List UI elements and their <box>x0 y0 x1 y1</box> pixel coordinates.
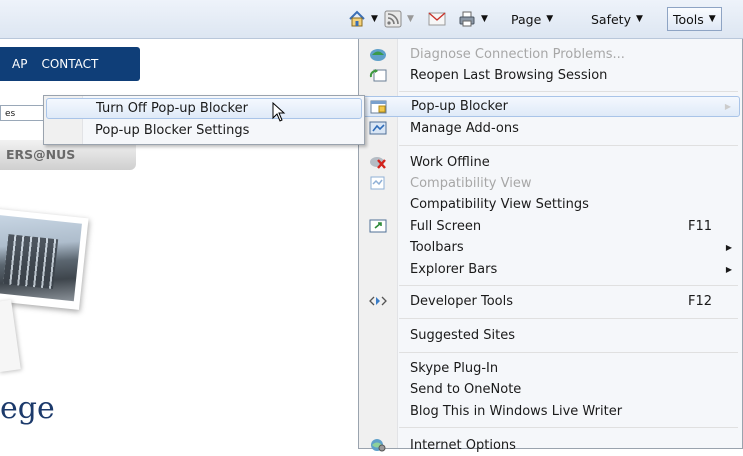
menu-item-explorer-bars[interactable]: Explorer Bars ▶ <box>361 259 740 280</box>
menu-item-reopen-session[interactable]: Reopen Last Browsing Session <box>361 65 740 86</box>
reopen-session-icon <box>369 67 387 83</box>
developer-tools-icon <box>369 293 387 309</box>
menu-item-manage-addons[interactable]: Manage Add-ons <box>361 118 740 139</box>
compatibility-view-icon <box>369 175 387 191</box>
full-screen-icon <box>369 218 387 234</box>
popup-blocker-icon <box>370 99 388 115</box>
menu-item-work-offline[interactable]: Work Offline <box>361 152 740 173</box>
internet-options-icon <box>369 437 387 453</box>
submenu-item-turn-off-popup-blocker[interactable]: Turn Off Pop-up Blocker <box>46 98 362 119</box>
menu-item-popup-blocker[interactable]: Pop-up Blocker ▶ <box>361 96 740 117</box>
printer-icon <box>458 10 476 28</box>
manage-addons-icon <box>369 120 387 136</box>
submenu-arrow-icon: ▶ <box>725 243 732 252</box>
submenu-arrow-icon: ▶ <box>724 102 731 111</box>
campus-photo <box>0 208 89 310</box>
tools-menu-button[interactable]: Tools ▼ <box>667 7 722 31</box>
page-menu-button[interactable]: Page ▼ <box>511 8 553 30</box>
page-menu-label: Page <box>511 11 542 27</box>
home-button[interactable]: ▼ <box>348 8 378 30</box>
work-offline-icon <box>369 154 387 170</box>
menu-item-compatibility-view-settings[interactable]: Compatibility View Settings <box>361 194 740 215</box>
menu-item-blog-this[interactable]: Blog This in Windows Live Writer <box>361 401 740 422</box>
menu-item-toolbars[interactable]: Toolbars ▶ <box>361 237 740 258</box>
home-dropdown-arrow[interactable]: ▼ <box>371 14 378 24</box>
tools-menu-label: Tools <box>673 11 704 27</box>
safety-menu-button[interactable]: Safety ▼ <box>591 8 643 30</box>
menu-item-compatibility-view[interactable]: Compatibility View <box>361 173 740 194</box>
menu-item-diagnose-connection[interactable]: Diagnose Connection Problems... <box>361 44 740 65</box>
menu-item-send-to-onenote[interactable]: Send to OneNote <box>361 379 740 400</box>
tools-dropdown-arrow: ▼ <box>708 14 716 24</box>
developer-tools-shortcut: F12 <box>687 294 712 309</box>
feeds-button[interactable]: ▼ <box>384 8 414 30</box>
feeds-dropdown-arrow[interactable]: ▼ <box>407 14 414 24</box>
read-mail-button[interactable] <box>428 8 446 30</box>
mail-icon <box>428 12 446 26</box>
menu-item-suggested-sites[interactable]: Suggested Sites <box>361 325 740 346</box>
print-dropdown-arrow[interactable]: ▼ <box>481 14 488 24</box>
college-heading: ege <box>0 391 55 426</box>
nav-item-sitemap[interactable]: AP <box>12 57 27 71</box>
menu-item-full-screen[interactable]: Full Screen F11 <box>361 216 740 237</box>
submenu-arrow-icon: ▶ <box>725 265 732 274</box>
print-button[interactable]: ▼ <box>458 8 488 30</box>
diagnose-icon <box>369 46 387 62</box>
submenu-item-popup-blocker-settings[interactable]: Pop-up Blocker Settings <box>46 120 362 141</box>
feeds-icon <box>384 10 402 28</box>
menu-item-developer-tools[interactable]: Developer Tools F12 <box>361 291 740 312</box>
photo-card-edge <box>0 299 21 373</box>
menu-item-skype-plugin[interactable]: Skype Plug-In <box>361 358 740 379</box>
nav-item-contact[interactable]: CONTACT <box>41 57 98 71</box>
tools-dropdown-menu: Diagnose Connection Problems... Reopen L… <box>358 39 743 453</box>
full-screen-shortcut: F11 <box>687 219 712 234</box>
popup-blocker-submenu: Turn Off Pop-up Blocker Pop-up Blocker S… <box>43 95 365 145</box>
site-search-input[interactable]: es <box>0 105 46 121</box>
safety-menu-label: Safety <box>591 11 631 27</box>
command-bar: ▼ ▼ ▼ Page ▼ Safety ▼ Tools ▼ <box>0 0 743 39</box>
menu-item-internet-options[interactable]: Internet Options <box>361 435 740 456</box>
safety-dropdown-arrow: ▼ <box>635 14 643 24</box>
page-dropdown-arrow: ▼ <box>546 14 554 24</box>
home-icon <box>348 10 366 28</box>
site-navbar: AP CONTACT <box>0 47 140 81</box>
mouse-cursor-icon <box>272 101 286 126</box>
